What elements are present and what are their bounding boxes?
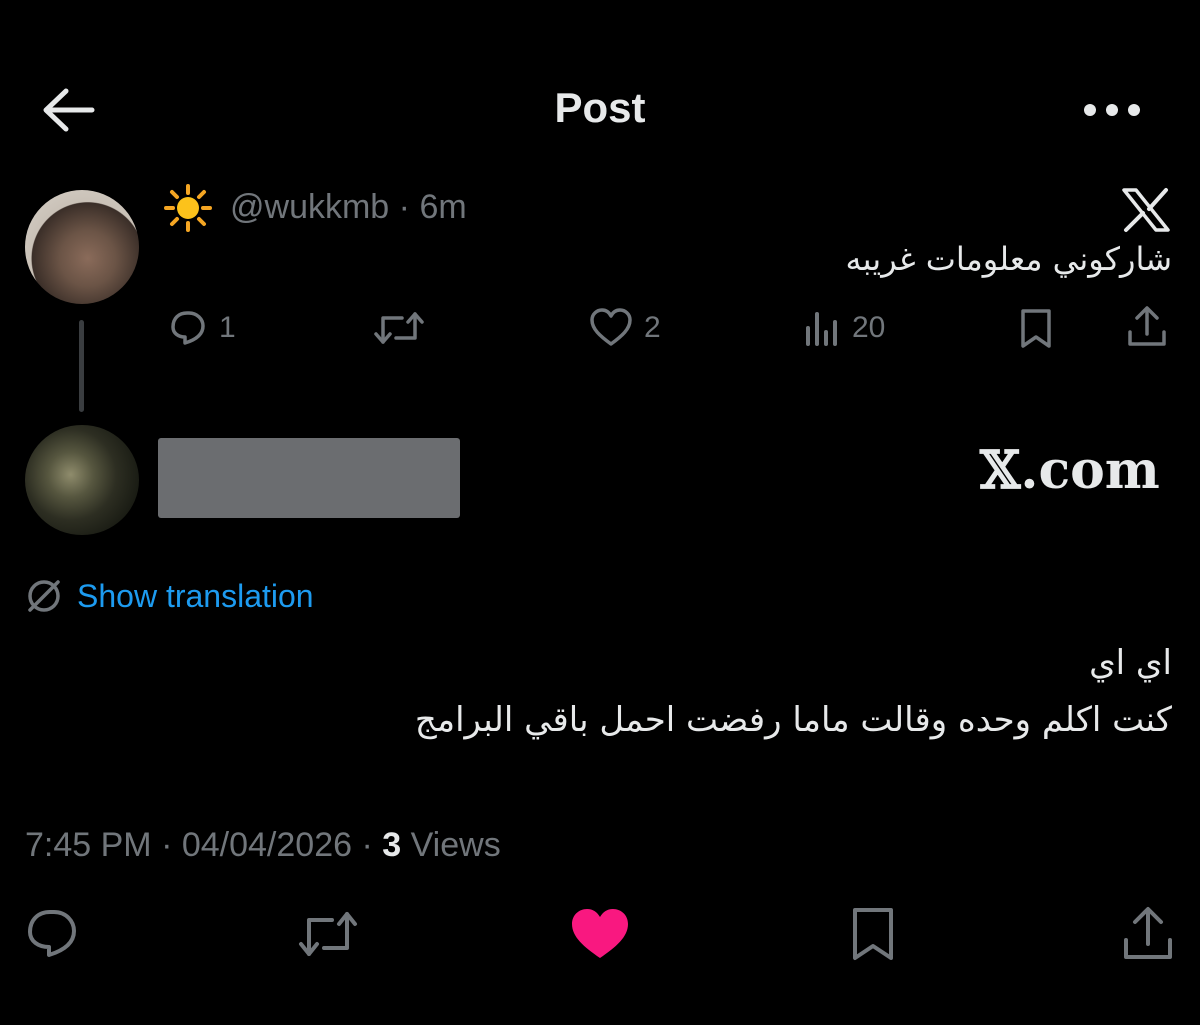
meta-views-count[interactable]: 3 [382,826,401,864]
bottom-repost-button[interactable] [296,904,357,964]
share-icon [1124,907,1172,959]
meta-views-label[interactable]: Views [411,826,501,864]
views-count: 20 [852,311,886,344]
thread-connector [79,320,84,412]
reply-text-line-1: اي اي [1089,643,1172,683]
post-meta: 7:45 PM · 04/04/2026 · 3 Views [25,826,501,865]
handle-text: @wukkmb [230,188,390,226]
reply-icon [171,311,205,345]
more-options-button[interactable] [1080,92,1144,128]
quoted-avatar[interactable] [25,425,139,535]
bottom-like-button[interactable] [568,904,628,964]
meta-date: 04/04/2026 [181,826,353,864]
heart-outline-icon [590,308,632,346]
x-com-wordmark: 𝕏.com [980,440,1160,501]
separator-dot: · [352,826,383,864]
analytics-icon [806,312,837,346]
views-button[interactable]: 20 [802,306,885,350]
like-button[interactable]: 2 [588,306,661,350]
avatar[interactable] [25,190,139,304]
reply-text-line-2: كنت اكلم وحده وقالت ماما رفضت احمل باقي … [414,700,1172,740]
bookmark-button[interactable] [1014,306,1058,350]
sun-emoji-icon [164,184,212,232]
repost-button[interactable] [372,306,426,350]
page-title: Post [554,84,646,131]
like-count: 2 [644,311,661,344]
redacted-name-block [158,438,460,518]
share-icon [1128,306,1166,346]
heart-filled-icon [572,909,628,958]
bottom-bookmark-button[interactable] [843,904,903,964]
repost-icon [374,312,424,344]
repost-icon [299,912,357,956]
separator-dot: · [389,188,420,226]
separator-dot: · [151,826,182,864]
post-time: 6m [419,188,467,226]
more-horizontal-icon [1084,104,1140,116]
reply-count: 1 [219,311,236,344]
bottom-share-button[interactable] [1118,904,1178,964]
bookmark-icon [1021,309,1051,348]
bookmark-icon [853,908,893,960]
bottom-reply-button[interactable] [22,904,82,964]
translate-icon[interactable] [24,576,64,616]
x-logo-icon [1120,186,1172,234]
meta-time: 7:45 PM [25,826,152,864]
post-author-handle[interactable]: @wukkmb · 6m [230,188,467,227]
reply-icon [28,910,76,957]
reply-button[interactable]: 1 [165,306,236,350]
show-translation-link[interactable]: Show translation [77,578,314,615]
share-button[interactable] [1124,304,1170,350]
post-text: شاركوني معلومات غريبه [845,240,1172,278]
